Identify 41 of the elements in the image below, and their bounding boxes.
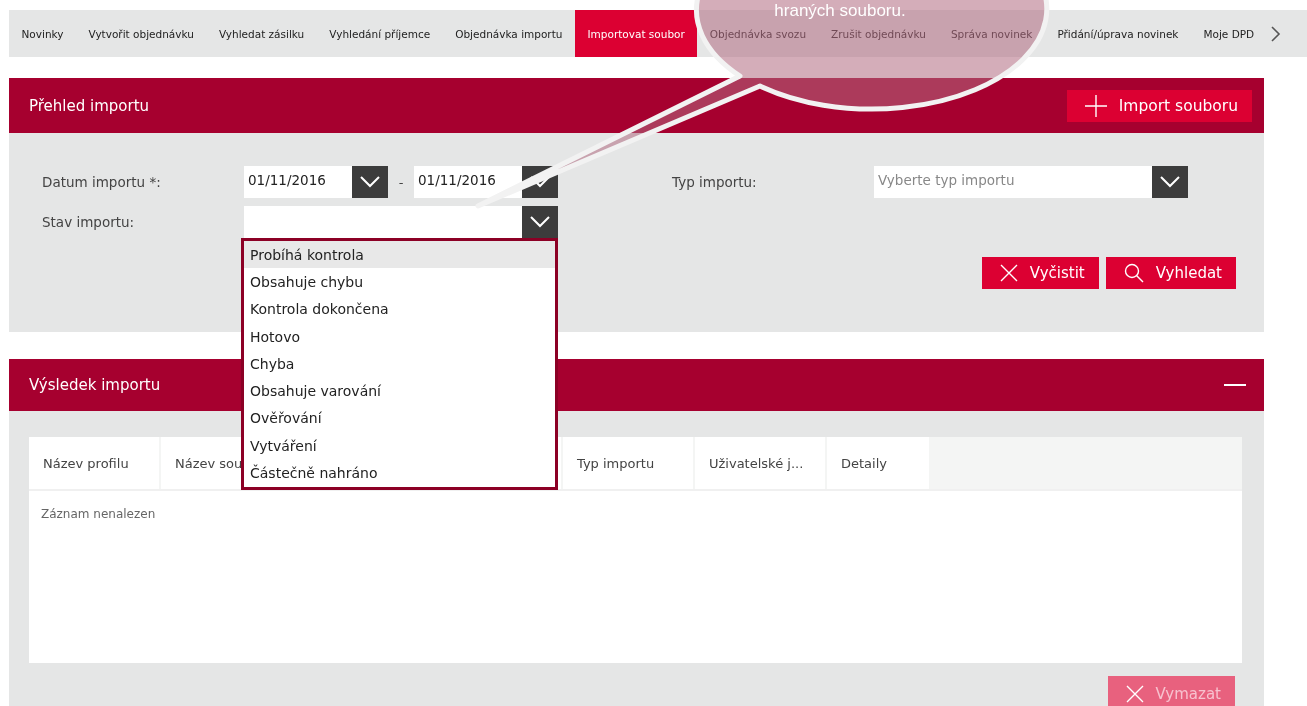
close-icon — [1125, 685, 1144, 703]
field-label: Stav importu: — [42, 214, 136, 230]
panel-title: Výsledek importu — [29, 376, 161, 394]
clear-button[interactable]: Vyčistit — [981, 257, 1099, 289]
import-type-dropdown[interactable]: Vyberte typ importu — [874, 166, 1188, 198]
search-icon — [1123, 263, 1144, 283]
nav-tab[interactable]: Objednávka importu — [442, 10, 575, 57]
date-field[interactable]: 01/11/2016 — [244, 166, 388, 198]
dropdown-option[interactable]: Ověřování — [244, 404, 555, 433]
callout-text: hraných souboru. — [774, 1, 906, 20]
nav-tab[interactable]: Vytvořit objednávku — [76, 10, 207, 57]
nav-tab[interactable]: Importovat soubor — [574, 10, 698, 57]
column-header[interactable]: Uživatelské j... — [695, 437, 825, 489]
nav-tab[interactable]: Přidání/úprava novinek — [1044, 10, 1191, 57]
date-field[interactable]: 01/11/2016 — [414, 166, 558, 198]
field-label: Datum importu *: — [42, 174, 162, 190]
dropdown-option[interactable]: Vytváření — [244, 432, 555, 460]
column-header[interactable]: Název profilu — [29, 437, 159, 489]
nav-tab[interactable]: Vyhledat zásilku — [206, 10, 317, 57]
date-separator: - — [397, 174, 405, 190]
import-status-dropdown[interactable] — [244, 206, 558, 238]
field-label: Typ importu: — [672, 174, 758, 190]
empty-message: Záznam nenalezen — [41, 507, 156, 521]
nav-tab[interactable]: Novinky — [9, 10, 76, 57]
dropdown-option[interactable]: Obsahuje varování — [244, 377, 555, 405]
dropdown-option[interactable]: Obsahuje chybu — [244, 268, 555, 296]
plus-icon — [1084, 94, 1107, 117]
nav-tab[interactable]: Moje DPD — [1190, 10, 1267, 57]
column-header[interactable]: Detaily — [827, 437, 929, 489]
close-icon — [999, 264, 1018, 282]
dropdown-option[interactable]: Probíhá kontrola — [244, 241, 555, 269]
dropdown-option[interactable]: Hotovo — [244, 322, 555, 351]
nav-tab[interactable]: Vyhledání příjemce — [316, 10, 443, 57]
dropdown-option[interactable]: Kontrola dokončena — [244, 295, 555, 323]
panel-title: Přehled importu — [29, 96, 150, 115]
search-button[interactable]: Vyhledat — [1105, 257, 1236, 289]
column-header[interactable]: Typ importu — [563, 437, 693, 489]
dropdown-option[interactable]: Chyba — [244, 350, 555, 378]
chevron-right-icon[interactable] — [1270, 25, 1281, 42]
dropdown-option[interactable]: Částečně nahráno — [244, 459, 555, 487]
import-button[interactable]: Import souboru — [1066, 89, 1252, 122]
